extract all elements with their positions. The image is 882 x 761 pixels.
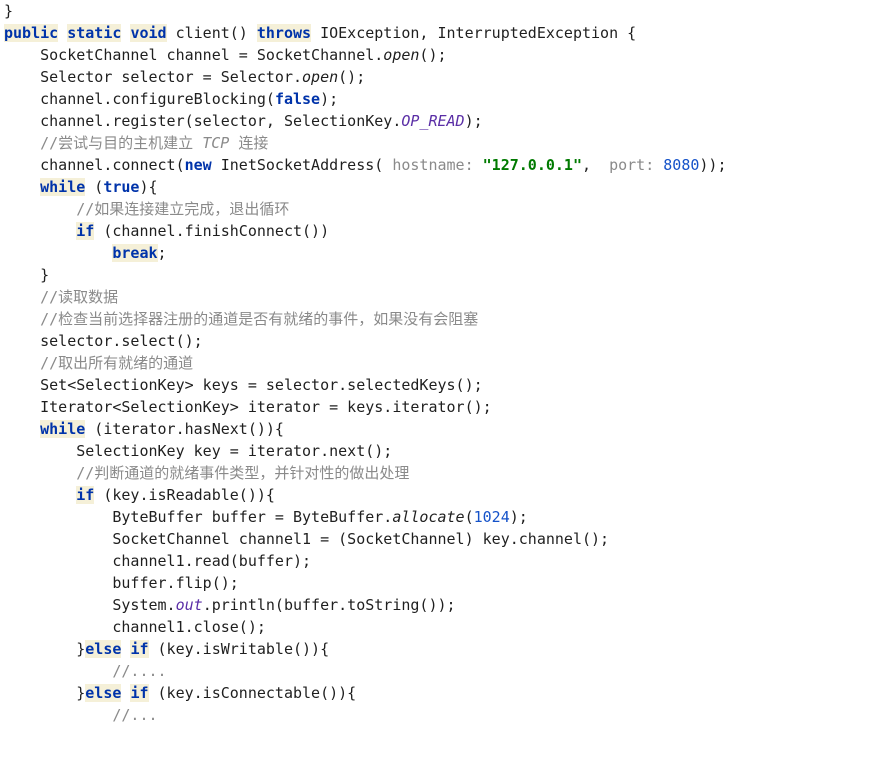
keyword-if: if [130, 640, 148, 658]
comment-em: TCP [202, 134, 229, 152]
keyword-throws: throws [257, 24, 311, 42]
comment: //取出所有就绪的通道 [40, 354, 193, 372]
const-op-read: OP_READ [401, 112, 464, 130]
code-line: Iterator<SelectionKey> iterator = keys.i… [4, 398, 492, 416]
comment: //... [112, 706, 157, 724]
keyword-if: if [130, 684, 148, 702]
comment: //读取数据 [40, 288, 118, 306]
code-line: //检查当前选择器注册的通道是否有就绪的事件，如果没有会阻塞 [4, 310, 478, 328]
code-line: //判断通道的就绪事件类型，并针对性的做出处理 [4, 464, 409, 482]
code-line: while (true){ [4, 178, 158, 196]
code-line: //读取数据 [4, 288, 118, 306]
code-line: channel1.read(buffer); [4, 552, 311, 570]
keyword-new: new [185, 156, 212, 174]
code-line: }else if (key.isWritable()){ [4, 640, 329, 658]
code-line: channel.connect(new InetSocketAddress( h… [4, 156, 727, 174]
keyword-while: while [40, 420, 85, 438]
comment: //如果连接建立完成，退出循环 [76, 200, 289, 218]
code-line: } [4, 2, 13, 20]
keyword-true: true [103, 178, 139, 196]
code-line: //.... [4, 662, 167, 680]
code-line: buffer.flip(); [4, 574, 239, 592]
keyword-false: false [275, 90, 320, 108]
code-line: if (key.isReadable()){ [4, 486, 275, 504]
code-line: //... [4, 706, 158, 724]
keyword-public: public [4, 24, 58, 42]
code-line: channel.register(selector, SelectionKey.… [4, 112, 483, 130]
code-line: } [4, 266, 49, 284]
number-literal: 1024 [474, 508, 510, 526]
code-line: SocketChannel channel1 = (SocketChannel)… [4, 530, 609, 548]
number-literal: 8080 [663, 156, 699, 174]
code-line: public static void client() throws IOExc… [4, 24, 636, 42]
keyword-if: if [76, 222, 94, 240]
code-line: //尝试与目的主机建立 TCP 连接 [4, 134, 268, 152]
string-literal: "127.0.0.1" [483, 156, 582, 174]
comment: //检查当前选择器注册的通道是否有就绪的事件，如果没有会阻塞 [40, 310, 478, 328]
code-line: channel1.close(); [4, 618, 266, 636]
static-call-allocate: allocate [392, 508, 464, 526]
static-call-open: open [383, 46, 419, 64]
comment: 连接 [229, 134, 268, 152]
keyword-while: while [40, 178, 85, 196]
code-line: }else if (key.isConnectable()){ [4, 684, 356, 702]
code-line: selector.select(); [4, 332, 203, 350]
comment: //.... [112, 662, 166, 680]
code-line: SocketChannel channel = SocketChannel.op… [4, 46, 447, 64]
code-line: System.out.println(buffer.toString()); [4, 596, 456, 614]
code-line: channel.configureBlocking(false); [4, 90, 338, 108]
inlay-hint-hostname: hostname: [392, 156, 482, 174]
code-line: while (iterator.hasNext()){ [4, 420, 284, 438]
code-line: ByteBuffer buffer = ByteBuffer.allocate(… [4, 508, 528, 526]
field-out: out [176, 596, 203, 614]
code-line: Set<SelectionKey> keys = selector.select… [4, 376, 483, 394]
code-line: SelectionKey key = iterator.next(); [4, 442, 392, 460]
comment: //尝试与目的主机建立 [40, 134, 202, 152]
comment: //判断通道的就绪事件类型，并针对性的做出处理 [76, 464, 409, 482]
code-editor-view[interactable]: } public static void client() throws IOE… [0, 0, 882, 734]
keyword-break: break [112, 244, 157, 262]
static-call-open: open [302, 68, 338, 86]
code-line: break; [4, 244, 167, 262]
keyword-static: static [67, 24, 121, 42]
code-line: //如果连接建立完成，退出循环 [4, 200, 289, 218]
keyword-void: void [130, 24, 166, 42]
inlay-hint-port: port: [609, 156, 663, 174]
code-line: //取出所有就绪的通道 [4, 354, 193, 372]
code-line: if (channel.finishConnect()) [4, 222, 329, 240]
keyword-if: if [76, 486, 94, 504]
code-line: Selector selector = Selector.open(); [4, 68, 365, 86]
keyword-else: else [85, 640, 121, 658]
keyword-else: else [85, 684, 121, 702]
